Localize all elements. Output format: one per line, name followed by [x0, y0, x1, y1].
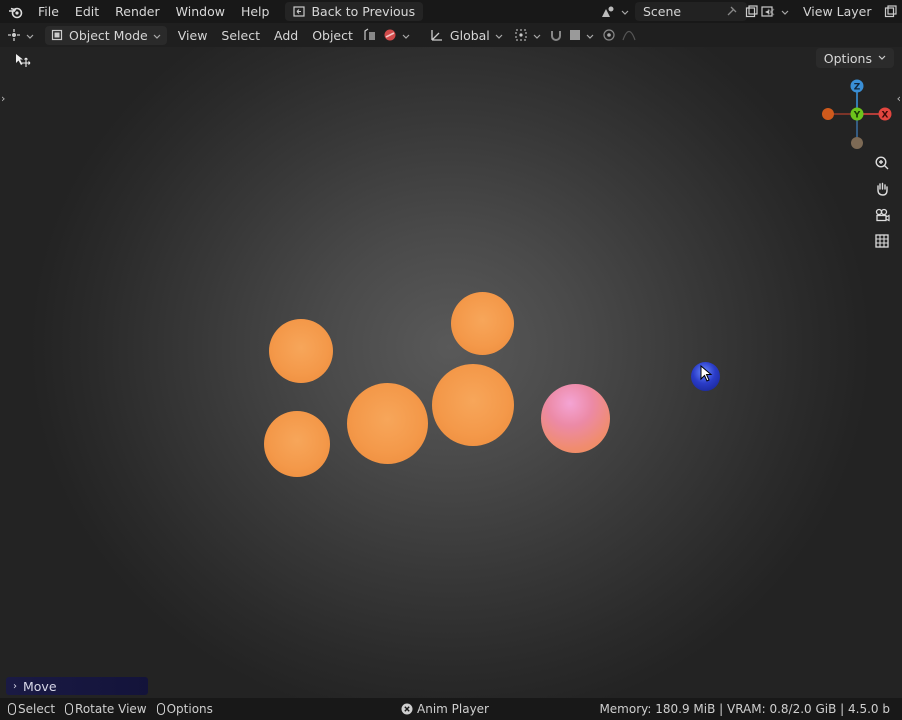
- chevron-down-icon: [586, 28, 594, 43]
- proportional-editing-icon: [603, 29, 615, 41]
- chevron-down-icon: [26, 28, 34, 43]
- orientation-icon: [431, 30, 442, 41]
- scene-selector[interactable]: Scene: [600, 0, 776, 23]
- status-select: Select: [8, 702, 55, 716]
- status-bar: Select Rotate View Options Anim Player M…: [0, 698, 902, 720]
- options-dropdown[interactable]: Options: [815, 48, 894, 68]
- gizmo-y-label: Y: [853, 111, 861, 121]
- move-tool-icon[interactable]: [14, 52, 32, 71]
- object-tools-button[interactable]: [360, 23, 413, 47]
- orange-sphere[interactable]: [264, 411, 330, 477]
- last-operator-panel-move[interactable]: › Move: [6, 677, 148, 695]
- menu-add[interactable]: Add: [267, 23, 305, 47]
- menu-render[interactable]: Render: [107, 0, 168, 23]
- orange-sphere[interactable]: [432, 364, 514, 446]
- pivot-point-button[interactable]: [510, 23, 545, 47]
- 3d-viewport[interactable]: Options › ‹ Z X Y: [0, 47, 902, 698]
- gizmo-x-label: X: [882, 111, 889, 121]
- view-layer-icon: [761, 5, 773, 17]
- back-to-previous-button[interactable]: Back to Previous: [285, 2, 424, 21]
- object-mode-icon: [51, 29, 63, 41]
- falloff-icon: [622, 30, 636, 41]
- snap-button[interactable]: [545, 23, 598, 47]
- back-icon: [293, 6, 306, 17]
- top-menubar: File Edit Render Window Help Back to Pre…: [0, 0, 902, 23]
- gpencil-icon: [364, 28, 375, 40]
- object-mode-label: Object Mode: [69, 27, 148, 43]
- new-view-layer-icon[interactable]: [884, 5, 897, 18]
- orange-sphere[interactable]: [451, 292, 514, 355]
- status-rotate-view-label: Rotate View: [75, 702, 147, 716]
- pivot-icon: [515, 29, 527, 41]
- mouse-right-icon: [156, 703, 165, 715]
- scene-name: Scene: [643, 4, 682, 19]
- cancel-circle-icon[interactable]: [401, 703, 413, 715]
- viewport-header: Object Mode View Select Add Object Globa…: [0, 23, 902, 67]
- back-to-previous-label: Back to Previous: [311, 4, 416, 19]
- status-options-label: Options: [166, 702, 213, 716]
- menu-select[interactable]: Select: [214, 23, 267, 47]
- chevron-down-icon: [878, 55, 886, 60]
- camera-view-icon[interactable]: [872, 205, 892, 225]
- new-scene-icon[interactable]: [745, 5, 758, 18]
- proportional-editing-button[interactable]: [598, 23, 640, 47]
- chevron-down-icon: [781, 4, 789, 19]
- chevron-down-icon: [533, 28, 541, 43]
- chevron-right-icon: ›: [13, 680, 17, 692]
- gizmo-neg-x: [822, 108, 834, 120]
- status-options: Options: [156, 702, 213, 716]
- menu-window[interactable]: Window: [168, 0, 233, 23]
- gizmo-z-label: Z: [854, 83, 861, 93]
- viewport-navigation-buttons: [872, 153, 892, 251]
- operator-label: Move: [23, 678, 57, 694]
- blender-logo-icon[interactable]: [0, 0, 30, 23]
- orange-sphere[interactable]: [347, 383, 428, 464]
- chevron-down-icon: [621, 4, 629, 19]
- menu-edit[interactable]: Edit: [67, 0, 107, 23]
- zoom-icon[interactable]: [872, 153, 892, 173]
- ortho-grid-icon[interactable]: [872, 231, 892, 251]
- view-layer-name: View Layer: [803, 4, 872, 19]
- mouse-pointer-icon: [700, 365, 713, 382]
- anim-player-status[interactable]: Anim Player: [401, 698, 489, 720]
- editor-type-icon: [8, 29, 20, 41]
- editor-type-button[interactable]: [0, 23, 41, 47]
- options-label: Options: [823, 50, 872, 66]
- memory-stats: Memory: 180.9 MiB | VRAM: 0.8/2.0 GiB | …: [599, 702, 890, 716]
- view-layer-selector[interactable]: View Layer: [760, 0, 897, 23]
- toolbar-expand-chevron-icon[interactable]: ›: [1, 92, 5, 105]
- gizmo-neg-y: [851, 137, 863, 149]
- chevron-down-icon: [402, 28, 410, 43]
- menu-object[interactable]: Object: [305, 23, 360, 47]
- snap-increment-icon: [569, 30, 580, 40]
- anim-player-label: Anim Player: [417, 702, 489, 716]
- transform-orientation-label: Global: [449, 27, 490, 43]
- transform-orientation-dropdown[interactable]: Global: [423, 23, 510, 47]
- menu-view[interactable]: View: [171, 23, 215, 47]
- orange-sphere[interactable]: [269, 319, 333, 383]
- pink-sphere[interactable]: [541, 384, 610, 453]
- status-rotate-view: Rotate View: [65, 702, 147, 716]
- pan-hand-icon[interactable]: [872, 179, 892, 199]
- magnet-icon: [550, 31, 561, 41]
- chevron-down-icon: [495, 28, 503, 43]
- menu-help[interactable]: Help: [233, 0, 278, 23]
- pin-icon[interactable]: [725, 6, 737, 18]
- chevron-down-icon: [153, 28, 161, 43]
- mouse-middle-icon: [65, 703, 74, 715]
- mouse-left-icon: [8, 703, 16, 715]
- scene-icon: [602, 6, 614, 17]
- status-select-label: Select: [18, 702, 56, 716]
- navigation-gizmo[interactable]: Z X Y: [818, 77, 898, 149]
- material-icon: [384, 29, 396, 41]
- object-mode-dropdown[interactable]: Object Mode: [45, 25, 167, 45]
- menu-file[interactable]: File: [30, 0, 67, 23]
